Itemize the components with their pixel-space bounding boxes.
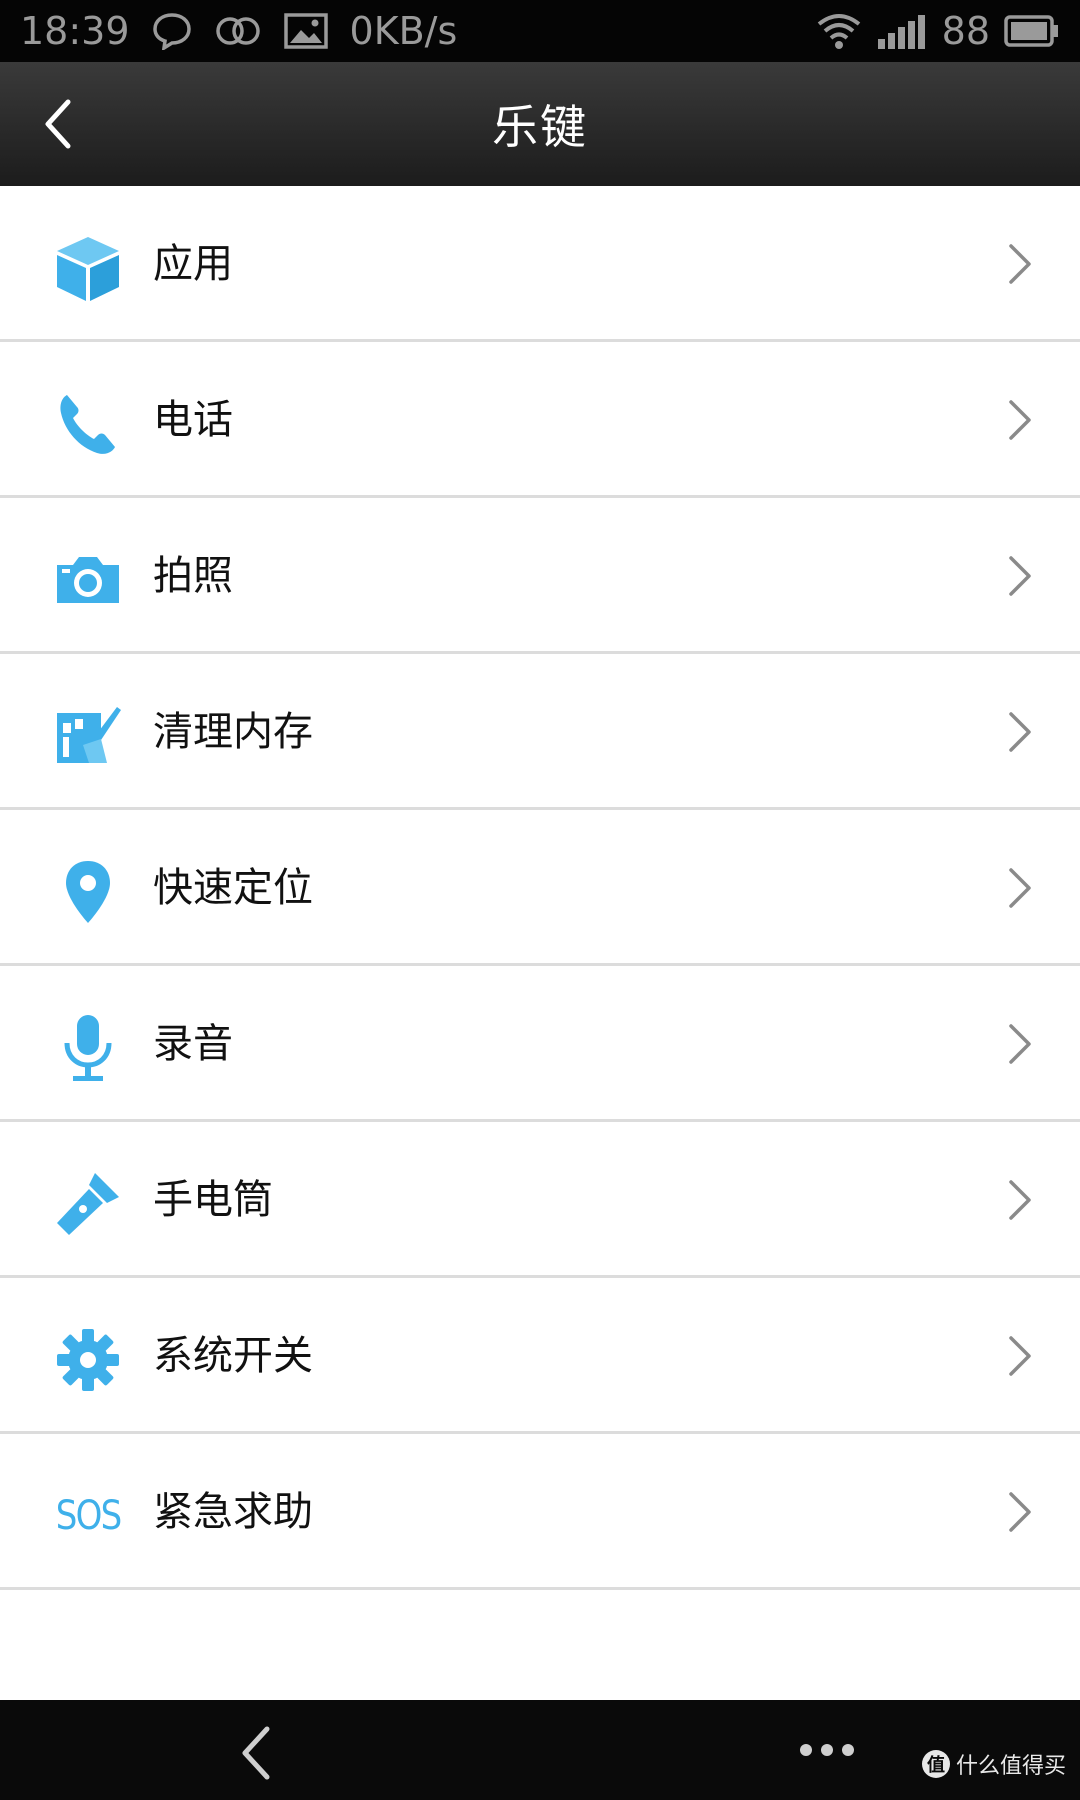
flashlight-icon	[52, 1168, 124, 1240]
image-icon	[283, 13, 328, 49]
menu-item-system-switch[interactable]: 系统开关	[0, 1278, 1080, 1434]
back-chevron-icon	[45, 99, 71, 149]
menu-item-sos[interactable]: SOS 紧急求助	[0, 1434, 1080, 1590]
menu-item-label: 应用	[153, 241, 233, 287]
status-bar: 18:39 0KB/s 88	[0, 0, 1080, 62]
page-title: 乐键	[492, 100, 588, 154]
back-button[interactable]	[18, 84, 98, 164]
more-dots-icon[interactable]	[795, 1734, 859, 1766]
menu-item-camera[interactable]: 拍照	[0, 498, 1080, 654]
menu-item-quick-locate[interactable]: 快速定位	[0, 810, 1080, 966]
menu-item-label: 手电筒	[153, 1177, 273, 1223]
phone-icon	[52, 388, 124, 460]
box-icon	[52, 232, 124, 304]
gear-icon	[52, 1324, 124, 1396]
net-speed: 0KB/s	[349, 9, 458, 53]
menu-item-label: 拍照	[153, 553, 233, 599]
menu-item-apps[interactable]: 应用	[0, 186, 1080, 342]
menu-item-phone[interactable]: 电话	[0, 342, 1080, 498]
chevron-right-icon	[1002, 548, 1038, 604]
chevron-right-icon	[1002, 1172, 1038, 1228]
camera-icon	[52, 544, 124, 616]
chevron-right-icon	[1002, 236, 1038, 292]
watermark-badge: 值	[921, 1750, 950, 1778]
menu-item-label: 紧急求助	[153, 1489, 313, 1535]
menu-item-record[interactable]: 录音	[0, 966, 1080, 1122]
sos-icon: SOS	[52, 1480, 124, 1552]
nav-back-icon	[242, 1726, 270, 1780]
chevron-right-icon	[1002, 860, 1038, 916]
battery-icon	[1004, 15, 1060, 47]
nav-back-button[interactable]	[220, 1720, 290, 1786]
menu-list: 应用 电话 拍照 清理内存 快速定位 录音 手电筒 系统开关 SOS 紧急求助	[0, 186, 1080, 1590]
status-time: 18:39	[20, 9, 130, 53]
chevron-right-icon	[1002, 1328, 1038, 1384]
chevron-right-icon	[1002, 1016, 1038, 1072]
chevron-right-icon	[1002, 704, 1038, 760]
bottom-nav: 值 什么值得买	[0, 1700, 1080, 1800]
location-pin-icon	[52, 856, 124, 928]
menu-item-label: 快速定位	[153, 865, 313, 911]
menu-item-flashlight[interactable]: 手电筒	[0, 1122, 1080, 1278]
infinity-icon	[214, 14, 262, 48]
watermark-text: 什么值得买	[955, 1754, 1066, 1779]
menu-item-clean-memory[interactable]: 清理内存	[0, 654, 1080, 810]
menu-item-label: 电话	[153, 397, 233, 443]
broom-icon	[52, 700, 124, 772]
menu-item-label: 清理内存	[153, 709, 313, 755]
microphone-icon	[52, 1012, 124, 1084]
sos-icon-text: SOS	[55, 1493, 123, 1539]
watermark: 值 什么值得买	[921, 1748, 1066, 1780]
chat-bubble-icon	[152, 12, 192, 50]
chevron-right-icon	[1002, 1484, 1038, 1540]
chevron-right-icon	[1002, 392, 1038, 448]
wifi-icon	[816, 12, 862, 50]
app-header: 乐键	[0, 62, 1080, 186]
menu-item-label: 录音	[153, 1021, 233, 1067]
menu-item-label: 系统开关	[153, 1333, 313, 1379]
signal-icon	[876, 13, 928, 49]
battery-level: 88	[941, 9, 990, 53]
